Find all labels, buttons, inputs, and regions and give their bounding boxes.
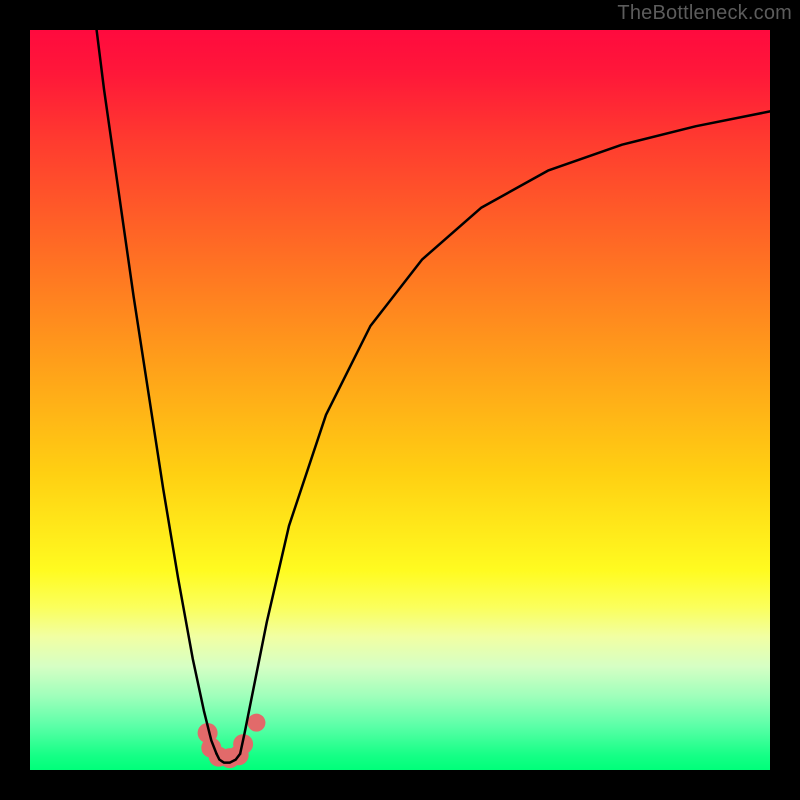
- curve-left: [97, 30, 217, 754]
- curve-right: [240, 111, 770, 753]
- watermark-text: TheBottleneck.com: [617, 2, 792, 25]
- outer-frame: TheBottleneck.com: [0, 0, 800, 800]
- plot-svg: [0, 0, 800, 800]
